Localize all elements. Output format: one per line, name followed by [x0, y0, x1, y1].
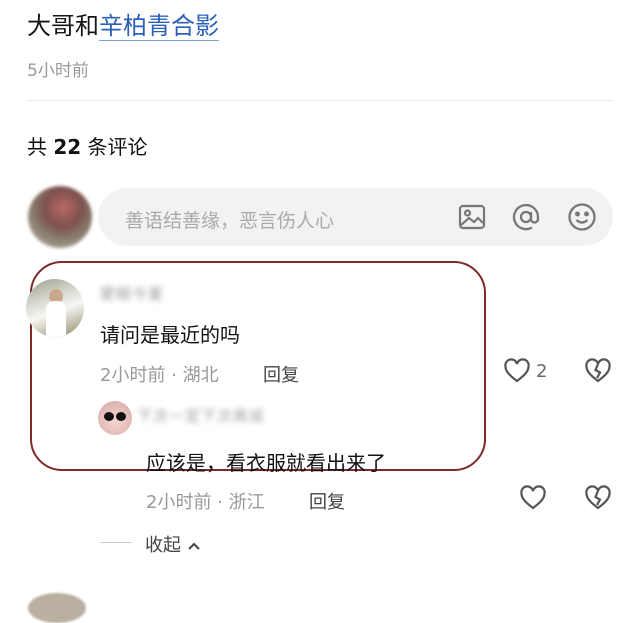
comments-count-number: 22 — [53, 135, 82, 159]
divider — [27, 100, 614, 101]
like-count: 2 — [536, 361, 548, 382]
comments-count-prefix: 共 — [27, 135, 54, 159]
comment-meta: 2小时前 · 湖北 — [100, 365, 219, 386]
avatar-dress — [46, 301, 66, 337]
post-title: 大哥和辛柏青合影 — [27, 6, 219, 41]
broken-heart-icon[interactable] — [584, 484, 612, 512]
comment-text: 请问是最近的吗 — [100, 323, 240, 347]
chevron-up-icon — [188, 542, 200, 550]
reply-meta: 2小时前 · 浙江 — [146, 492, 265, 513]
post-title-prefix: 大哥和 — [27, 12, 99, 40]
broken-heart-icon[interactable] — [584, 357, 612, 385]
image-icon[interactable] — [458, 203, 486, 231]
post-time: 5小时前 — [27, 61, 89, 81]
at-icon[interactable] — [511, 202, 541, 232]
heart-icon[interactable] — [503, 357, 531, 385]
replier-username[interactable]: 下次一定下次再说 — [137, 405, 265, 426]
collapse-button[interactable]: 收起 — [145, 531, 201, 557]
avatar-sunglasses-right — [116, 412, 126, 421]
avatar-sunglasses-left — [104, 412, 114, 421]
commenter-username[interactable]: 蒙眼今夏 — [100, 283, 164, 304]
commenter-avatar[interactable] — [26, 279, 84, 337]
highlight-annotation — [30, 261, 486, 471]
comment-input-placeholder[interactable]: 善语结善缘，恶言伤人心 — [125, 206, 334, 233]
post-title-link[interactable]: 辛柏青合影 — [99, 12, 219, 41]
collapse-divider — [100, 542, 132, 543]
current-user-avatar[interactable] — [28, 186, 92, 248]
reply-text: 应该是，看衣服就看出来了 — [146, 451, 386, 475]
next-commenter-avatar[interactable] — [28, 593, 86, 623]
heart-icon[interactable] — [519, 484, 547, 512]
replier-avatar[interactable] — [98, 401, 132, 435]
collapse-label: 收起 — [145, 535, 181, 556]
comments-count-suffix: 条评论 — [81, 135, 148, 159]
reply-button[interactable]: 回复 — [309, 488, 345, 514]
emoji-icon[interactable] — [567, 202, 597, 232]
comments-count: 共 22 条评论 — [27, 131, 148, 160]
reply-button[interactable]: 回复 — [263, 361, 299, 387]
